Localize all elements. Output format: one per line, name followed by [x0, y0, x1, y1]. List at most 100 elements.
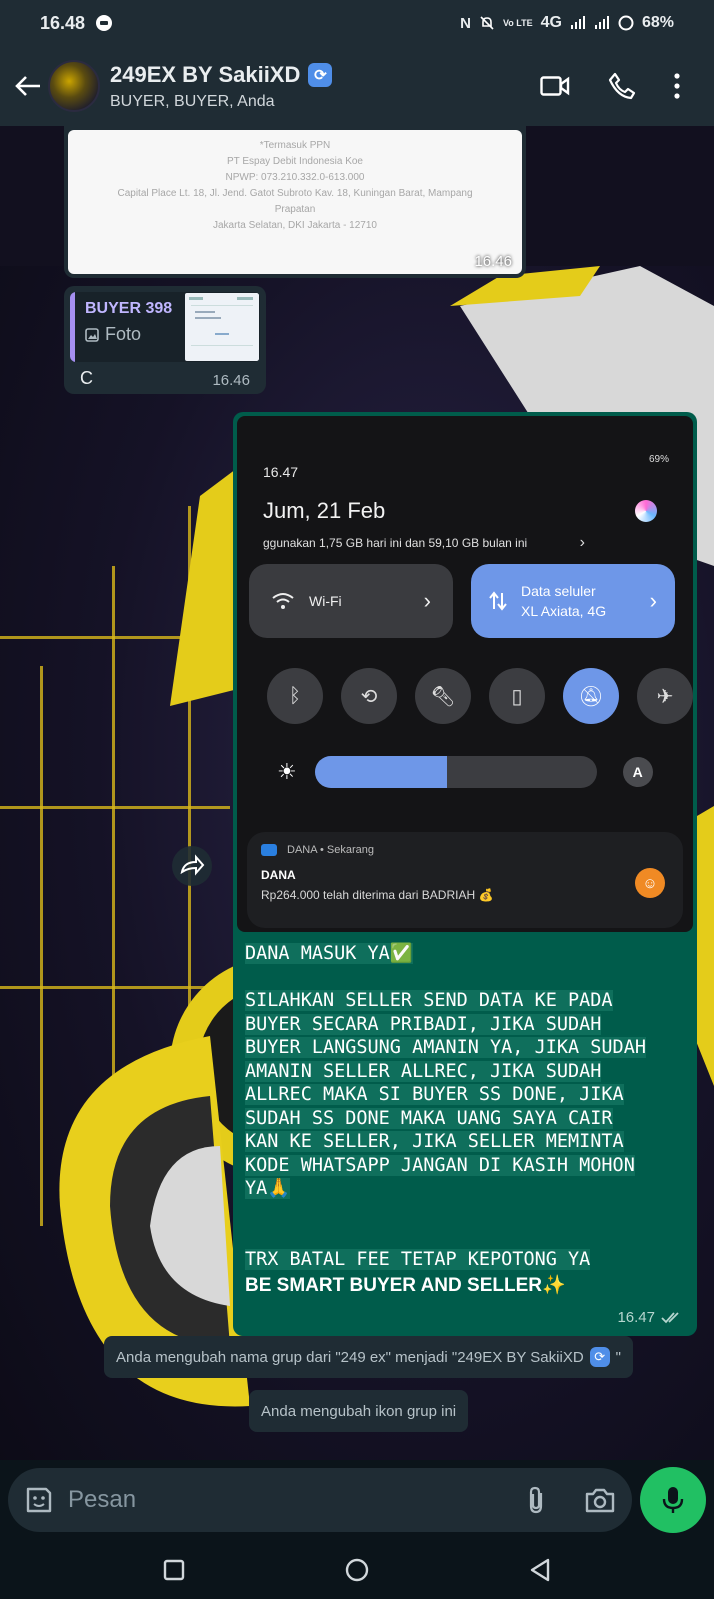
thumbnail-content [189, 297, 253, 346]
quoted-thumbnail [185, 293, 259, 361]
chevron-right-icon: › [649, 588, 657, 613]
user-avatar-icon: ☺ [635, 868, 665, 898]
status-time-group: 16.48 [40, 13, 113, 34]
sync-emoji-icon: ⟳ [589, 1347, 610, 1367]
whatsapp-chat-screen: 16.48 N Vo LTE 4G 68% 249EX BY SakiiXD ⟳… [0, 0, 714, 1599]
more-vert-icon[interactable] [674, 73, 680, 99]
screenshot-time: 16.47 [263, 464, 299, 480]
screenshot-image[interactable]: 16.47 69% Jum, 21 Feb ggunakan 1,75 GB h… [237, 416, 693, 932]
double-check-icon [661, 1311, 679, 1323]
receipt-line: Jakarta Selatan, DKI Jakarta - 12710 [213, 220, 377, 231]
mobile-data-tile: Data seluler XL Axiata, 4G › [471, 564, 675, 638]
quoted-type-row: Foto [85, 324, 174, 345]
receipt-line: Prapatan [274, 204, 316, 215]
chevron-right-icon: › [579, 534, 585, 551]
system-message-icon: Anda mengubah ikon grup ini [249, 1390, 469, 1432]
mic-icon [662, 1487, 684, 1513]
sun-icon: ☀ [277, 759, 297, 784]
battery-ring-icon [618, 15, 634, 31]
os-logo-icon [635, 500, 657, 522]
rotate-icon: ⟲ [341, 668, 397, 724]
receipt-image[interactable]: *Termasuk PPN PT Espay Debit Indonesia K… [68, 130, 522, 274]
recents-icon[interactable] [163, 1559, 185, 1581]
screenshot-battery: 69% [648, 454, 669, 465]
vibrate-icon: ▯ [489, 668, 545, 724]
group-avatar[interactable] [48, 60, 100, 112]
data-tile-text: Data seluler XL Axiata, 4G [521, 583, 606, 619]
home-icon[interactable] [345, 1558, 369, 1582]
quoted-type: Foto [105, 324, 142, 344]
message-line-dana: DANA MASUK YA✅ [245, 943, 413, 964]
reply-message-bubble[interactable]: BUYER 398 Foto C 16.46 [64, 286, 266, 394]
status-right: N Vo LTE 4G 68% [460, 14, 674, 32]
chevron-right-icon: › [423, 588, 431, 613]
group-title-row: 249EX BY SakiiXD ⟳ [110, 61, 333, 88]
message-text: DANA MASUK YA✅ SILAHKAN SELLER SEND DATA… [237, 932, 693, 1271]
data-carrier: XL Axiata, 4G [521, 603, 607, 619]
message-time: 16.47 [617, 1309, 655, 1326]
attach-icon[interactable] [524, 1485, 548, 1515]
notif-body: Rp264.000 telah diterima dari BADRIAH 💰 [261, 888, 494, 902]
voice-record-button[interactable] [640, 1467, 706, 1533]
wifi-label: Wi-Fi [309, 593, 342, 609]
group-info[interactable]: 249EX BY SakiiXD ⟳ BUYER, BUYER, Anda [110, 61, 333, 111]
back-nav-icon[interactable] [529, 1558, 551, 1582]
dana-app-icon [261, 844, 277, 856]
airplane-icon: ✈ [637, 668, 693, 724]
mute-icon [480, 16, 494, 30]
receipt-line: *Termasuk PPN [259, 140, 331, 151]
flashlight-icon: 🔦︎ [415, 668, 471, 724]
brightness-row: ☀ A [277, 756, 667, 788]
message-line-trx: TRX BATAL FEE TETAP KEPOTONG YA [245, 1248, 591, 1270]
outgoing-message-bubble[interactable]: 16.47 69% Jum, 21 Feb ggunakan 1,75 GB h… [233, 412, 697, 1336]
quick-settings-row: ᛒ ⟲ 🔦︎ ▯ 🔕︎ ✈ [267, 668, 693, 724]
battery-level: 68% [641, 14, 674, 31]
silent-bell-icon: 🔕︎ [563, 668, 619, 724]
group-members: BUYER, BUYER, Anda [110, 92, 275, 110]
wifi-icon [272, 593, 294, 609]
message-time: 16.46 [474, 253, 512, 270]
input-bar: Pesan [0, 1460, 714, 1540]
quote-text: BUYER 398 Foto [75, 292, 184, 362]
wifi-tile: Wi-Fi › [249, 564, 453, 638]
chat-area[interactable]: *Termasuk PPN PT Espay Debit Indonesia K… [0, 126, 714, 1470]
message-meta: 16.47 [617, 1309, 683, 1326]
system-rename-text: Anda mengubah nama grup dari "249 ex" me… [116, 1348, 584, 1366]
phone-icon[interactable] [608, 72, 636, 100]
bluetooth-icon: ᛒ [267, 668, 323, 724]
message-time: 16.46 [212, 372, 250, 389]
group-name: 249EX BY SakiiXD [110, 61, 301, 87]
status-bar: 16.48 N Vo LTE 4G 68% [0, 0, 714, 46]
message-body: SILAHKAN SELLER SEND DATA KE PADA BUYER … [245, 990, 646, 1199]
system-icon-text: Anda mengubah ikon grup ini [261, 1402, 457, 1420]
image-message-bubble[interactable]: *Termasuk PPN PT Espay Debit Indonesia K… [64, 126, 526, 278]
notif-app: DANA • Sekarang [287, 844, 375, 856]
data-arrows-icon [489, 591, 507, 611]
chat-header: 249EX BY SakiiXD ⟳ BUYER, BUYER, Anda [0, 46, 714, 126]
system-nav-bar [0, 1540, 714, 1599]
auto-brightness-button: A [622, 757, 653, 787]
sticker-icon[interactable] [24, 1485, 54, 1515]
back-button[interactable] [6, 64, 50, 108]
receipt-line: NPWP: 073.210.332.0-613.000 [225, 172, 365, 183]
forward-icon[interactable] [172, 846, 212, 886]
system-message-rename: Anda mengubah nama grup dari "249 ex" me… [104, 1336, 633, 1378]
volte-icon: Vo LTE [502, 18, 533, 28]
sync-emoji-icon: ⟳ [308, 62, 333, 87]
message-input[interactable]: Pesan [8, 1468, 633, 1532]
reply-message-row: C 16.46 [70, 368, 260, 389]
video-call-icon[interactable] [540, 75, 570, 97]
brightness-slider [314, 756, 597, 788]
network-type: 4G [540, 14, 562, 31]
brightness-fill [314, 756, 448, 788]
back-arrow-icon [15, 76, 40, 96]
header-actions [540, 72, 680, 100]
notif-title: DANA [261, 868, 296, 882]
reply-text: C [80, 368, 93, 388]
nfc-icon: N [460, 14, 471, 32]
camera-icon[interactable] [584, 1486, 616, 1514]
message-placeholder: Pesan [68, 1486, 137, 1513]
message-line-last: BE SMART BUYER AND SELLER✨ [245, 1275, 566, 1296]
quoted-message[interactable]: BUYER 398 Foto [70, 292, 260, 362]
photo-icon [85, 327, 99, 342]
